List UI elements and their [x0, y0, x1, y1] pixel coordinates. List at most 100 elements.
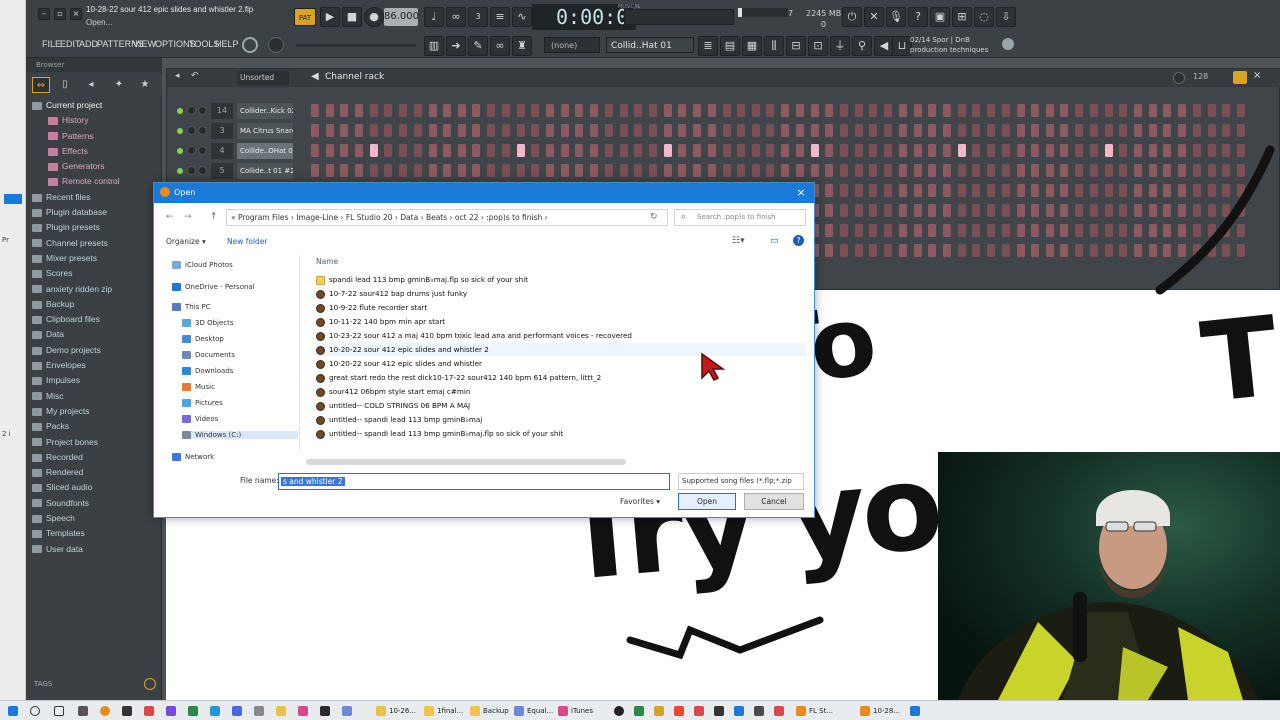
step-button[interactable] [1016, 164, 1025, 177]
step-button[interactable] [1060, 124, 1069, 137]
step-button[interactable] [928, 244, 937, 257]
step-button[interactable] [869, 224, 878, 237]
step-button[interactable] [457, 104, 466, 117]
step-button[interactable] [443, 164, 452, 177]
step-button[interactable] [399, 144, 407, 157]
step-button[interactable] [428, 144, 437, 157]
channel-mute-led[interactable] [177, 108, 183, 114]
step-button[interactable] [1119, 244, 1128, 257]
step-button[interactable] [1016, 244, 1025, 257]
step-button[interactable] [1193, 124, 1201, 137]
step-button[interactable] [707, 144, 716, 157]
step-button[interactable] [942, 104, 951, 117]
step-button[interactable] [1031, 144, 1040, 157]
step-button[interactable] [1045, 164, 1054, 177]
step-button[interactable] [854, 244, 863, 257]
nav-item[interactable]: Network [172, 453, 214, 461]
step-button[interactable] [428, 124, 437, 137]
step-button[interactable] [869, 244, 878, 257]
step-button[interactable] [1060, 204, 1069, 217]
tray-app-8-icon[interactable] [754, 704, 767, 718]
step-button[interactable] [678, 164, 687, 177]
browser-star-icon[interactable]: ★ [136, 77, 154, 93]
browser-item[interactable]: Scores [32, 266, 162, 281]
step-button[interactable] [472, 104, 481, 117]
step-button[interactable] [487, 104, 496, 117]
step-button[interactable] [987, 224, 995, 237]
step-button[interactable] [531, 144, 540, 157]
step-button[interactable] [1031, 244, 1040, 257]
file-item[interactable]: 10-23-22 sour 412 a maj 410 bpm toxic le… [316, 329, 806, 342]
step-button[interactable] [619, 164, 628, 177]
browser-icon[interactable]: ⊟ [786, 36, 806, 56]
browser-item[interactable]: Envelopes [32, 358, 162, 373]
step-button[interactable] [972, 164, 981, 177]
browser-item[interactable]: My projects [32, 404, 162, 419]
close-icon[interactable]: × [794, 183, 808, 203]
step-button[interactable] [325, 104, 334, 117]
step-button[interactable] [810, 144, 819, 157]
step-button[interactable] [546, 104, 555, 117]
taskbar-window-button[interactable]: 10-26... [376, 704, 416, 718]
step-button[interactable] [1090, 184, 1098, 197]
step-button[interactable] [884, 144, 892, 157]
file-item[interactable]: untitled-- COLD STRINGS 06 BPM A MAJ [316, 399, 806, 412]
step-button[interactable] [531, 104, 540, 117]
step-button[interactable] [766, 144, 775, 157]
step-button[interactable] [899, 164, 907, 177]
browser-item[interactable]: Generators [32, 159, 162, 174]
minimize-icon[interactable]: – [38, 8, 50, 20]
channel-volume-knob[interactable] [198, 126, 207, 135]
step-button[interactable] [884, 124, 892, 137]
step-button[interactable] [678, 124, 687, 137]
tray-app-2-icon[interactable] [634, 704, 647, 718]
step-button[interactable] [1031, 184, 1040, 197]
file-item[interactable]: spandi lead 113 bmp gminB♭maj.flp so sic… [316, 273, 806, 286]
step-button[interactable] [663, 164, 672, 177]
arrow-icon[interactable]: ➜ [446, 36, 466, 56]
step-button[interactable] [311, 164, 319, 177]
step-button[interactable] [1031, 224, 1040, 237]
step-button[interactable] [1001, 224, 1010, 237]
step-button[interactable] [913, 184, 922, 197]
mic-icon[interactable]: 🎙 [886, 7, 906, 27]
file-item[interactable]: 10-11-22 140 bpm min apr start [316, 315, 806, 328]
cancel-button[interactable]: Cancel [744, 493, 804, 510]
step-button[interactable] [663, 104, 672, 117]
step-button[interactable] [590, 124, 598, 137]
file-item[interactable]: 10-20-22 sour 412 epic slides and whistl… [316, 357, 806, 370]
file-item[interactable]: untitled-- spandi lead 113 bmp gminB♭maj [316, 413, 806, 426]
news-line-2[interactable]: production techniques [910, 46, 988, 54]
step-button[interactable] [1075, 224, 1084, 237]
step-button[interactable] [840, 104, 849, 117]
up-icon[interactable]: ↑ [210, 212, 218, 222]
channel-name-button[interactable]: MA Citrus Snare [237, 123, 293, 139]
pattern-song-toggle[interactable]: PAT [294, 8, 316, 26]
channel-volume-knob[interactable] [198, 106, 207, 115]
play-icon[interactable]: ▶ [320, 7, 340, 27]
channel-pan-knob[interactable] [187, 146, 196, 155]
step-button[interactable] [575, 144, 584, 157]
swing-knob[interactable] [1173, 72, 1185, 84]
step-button[interactable] [472, 144, 481, 157]
step-button[interactable] [899, 124, 907, 137]
step-button[interactable] [957, 104, 966, 117]
step-button[interactable] [560, 164, 569, 177]
browser-speaker-icon[interactable]: ◂ [82, 77, 100, 93]
step-button[interactable] [781, 164, 790, 177]
step-button[interactable] [1060, 184, 1069, 197]
step-button[interactable] [1104, 144, 1113, 157]
step-button[interactable] [1236, 104, 1245, 117]
step-button[interactable] [928, 164, 937, 177]
step-button[interactable] [942, 244, 951, 257]
search-icon[interactable] [144, 678, 156, 690]
save-icon[interactable]: ▣ [930, 7, 950, 27]
step-button[interactable] [325, 164, 334, 177]
browser-item[interactable]: anxiety ridden zip [32, 282, 162, 297]
step-button[interactable] [972, 184, 981, 197]
file-item[interactable]: sour412 06bpm style start emaj c#min [316, 385, 806, 398]
file-item[interactable]: great start redo the rest dick10-17-22 s… [316, 371, 806, 384]
step-button[interactable] [502, 164, 510, 177]
browser-item[interactable]: Recorded [32, 450, 162, 465]
step-button[interactable] [340, 144, 349, 157]
